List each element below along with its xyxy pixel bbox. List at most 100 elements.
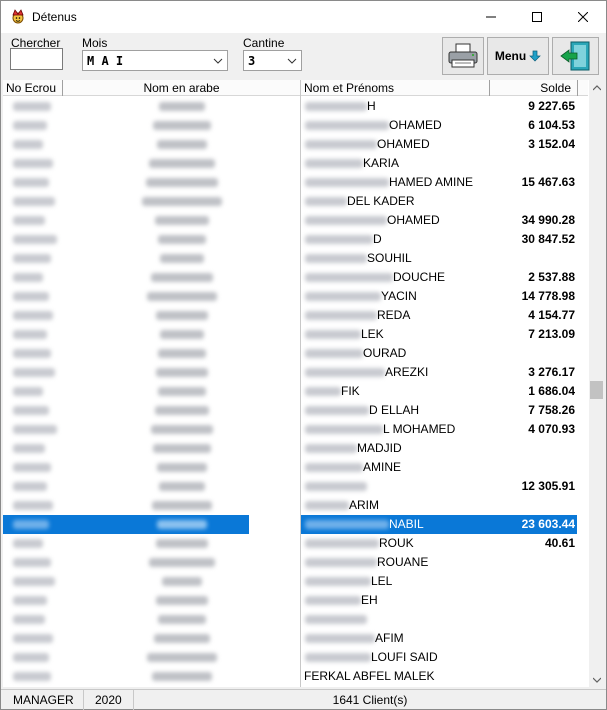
vertical-scrollbar[interactable] <box>589 80 604 687</box>
table-row[interactable]: AMINE <box>3 458 588 477</box>
cell-no-ecrou <box>3 572 63 591</box>
table-row[interactable]: ROUANE <box>3 553 588 572</box>
redacted-value <box>305 615 367 624</box>
table-row[interactable]: AFIM <box>3 629 588 648</box>
cell-nom-arabe <box>63 401 301 420</box>
table-row[interactable]: L MOHAMED 4 070.93 <box>3 420 588 439</box>
table-row[interactable]: ROUK 40.61 <box>3 534 588 553</box>
table-row[interactable]: D ELLAH 7 758.26 <box>3 401 588 420</box>
redacted-value <box>13 140 43 149</box>
mois-select[interactable]: M A I <box>82 50 228 71</box>
table-row[interactable]: SOUHIL <box>3 249 588 268</box>
redacted-value <box>159 102 205 111</box>
redacted-value <box>162 577 202 586</box>
redacted-value <box>147 292 217 301</box>
col-header-nom-arabe[interactable]: Nom en arabe <box>63 80 301 96</box>
table-row[interactable]: 12 305.91 <box>3 477 588 496</box>
cell-nom-prenoms: DOUCHE <box>301 268 490 287</box>
cell-no-ecrou <box>3 401 63 420</box>
cell-solde: 30 847.52 <box>521 232 575 246</box>
table-row[interactable]: OHAMED 6 104.53 <box>3 116 588 135</box>
close-button[interactable] <box>560 1 606 33</box>
table-row[interactable]: MADJID <box>3 439 588 458</box>
table-row[interactable]: LEK 7 213.09 <box>3 325 588 344</box>
cell-nom-prenoms: H <box>301 97 490 116</box>
status-user: MANAGER <box>1 690 84 710</box>
col-header-solde[interactable]: Solde <box>490 80 578 96</box>
cell-nom-arabe <box>63 572 301 591</box>
cell-nom-prenoms: DEL KADER <box>301 192 490 211</box>
table-row[interactable]: FERKAL ABFEL MALEK <box>3 667 588 686</box>
table-row[interactable]: AREZKI 3 276.17 <box>3 363 588 382</box>
cell-nom-arabe <box>63 116 301 135</box>
cell-solde: 7 213.09 <box>528 327 575 341</box>
table-row[interactable]: REDA 4 154.77 <box>3 306 588 325</box>
redacted-value <box>156 368 208 377</box>
table-row[interactable]: FIK 1 686.04 <box>3 382 588 401</box>
table-row[interactable]: HAMED AMINE 15 467.63 <box>3 173 588 192</box>
redacted-value <box>305 501 349 510</box>
cell-solde: 2 537.88 <box>528 270 575 284</box>
menu-button[interactable]: Menu <box>487 37 549 75</box>
cell-solde <box>490 572 577 591</box>
cell-solde <box>490 648 577 667</box>
table-row[interactable]: H 9 227.65 <box>3 97 588 116</box>
col-header-no-ecrou[interactable]: No Ecrou <box>3 80 63 96</box>
redacted-value <box>160 330 204 339</box>
minimize-button[interactable] <box>468 1 514 33</box>
table-row[interactable]: YACIN 14 778.98 <box>3 287 588 306</box>
redacted-value <box>13 653 49 662</box>
table-row[interactable]: DOUCHE 2 537.88 <box>3 268 588 287</box>
redacted-value <box>149 159 215 168</box>
cell-no-ecrou <box>3 515 63 534</box>
cell-no-ecrou <box>3 553 63 572</box>
cell-nom-prenoms: L MOHAMED <box>301 420 490 439</box>
cell-no-ecrou <box>3 591 63 610</box>
scroll-up-arrow[interactable] <box>589 80 604 95</box>
cell-nom-arabe <box>63 249 301 268</box>
cantine-label: Cantine <box>243 36 285 50</box>
table-row[interactable]: ARIM <box>3 496 588 515</box>
cell-nom-prenoms: FERKAL ABFEL MALEK <box>301 667 490 686</box>
table-row[interactable]: OURAD <box>3 344 588 363</box>
maximize-button[interactable] <box>514 1 560 33</box>
table-row[interactable]: OHAMED 34 990.28 <box>3 211 588 230</box>
search-input[interactable] <box>10 48 63 70</box>
detenus-table: No Ecrou Nom en arabe Nom et Prénoms Sol… <box>3 80 604 687</box>
cell-solde: 14 778.98 <box>521 289 575 303</box>
nom-text: L MOHAMED <box>383 422 456 436</box>
cantine-select[interactable]: 3 <box>243 50 302 71</box>
scrollbar-thumb[interactable] <box>590 381 603 399</box>
cell-solde: 4 154.77 <box>528 308 575 322</box>
table-row[interactable]: LOUFI SAID <box>3 648 588 667</box>
title-bar: Détenus <box>1 1 606 33</box>
redacted-value <box>158 235 206 244</box>
redacted-value <box>13 330 47 339</box>
table-row[interactable] <box>3 610 588 629</box>
chevron-down-icon <box>287 58 297 64</box>
exit-button[interactable] <box>552 37 599 75</box>
status-year: 2020 <box>84 690 134 710</box>
redacted-value <box>158 349 206 358</box>
print-button[interactable] <box>442 37 484 75</box>
table-row[interactable]: NABIL 23 603.44 <box>3 515 588 534</box>
redacted-value <box>13 273 43 282</box>
col-header-nom-prenoms[interactable]: Nom et Prénoms <box>301 80 490 96</box>
redacted-value <box>156 596 208 605</box>
redacted-value <box>155 406 209 415</box>
table-row[interactable]: D 30 847.52 <box>3 230 588 249</box>
cell-no-ecrou <box>3 458 63 477</box>
table-row[interactable]: DEL KADER <box>3 192 588 211</box>
scroll-down-arrow[interactable] <box>589 672 604 687</box>
table-row[interactable]: EH <box>3 591 588 610</box>
redacted-value <box>305 197 347 206</box>
cell-no-ecrou <box>3 192 63 211</box>
table-row[interactable]: OHAMED 3 152.04 <box>3 135 588 154</box>
redacted-value <box>13 634 53 643</box>
cell-no-ecrou <box>3 344 63 363</box>
table-row[interactable]: KARIA <box>3 154 588 173</box>
cell-nom-arabe <box>63 325 301 344</box>
table-row[interactable]: LEL <box>3 572 588 591</box>
redacted-value <box>305 178 389 187</box>
cell-no-ecrou <box>3 325 63 344</box>
